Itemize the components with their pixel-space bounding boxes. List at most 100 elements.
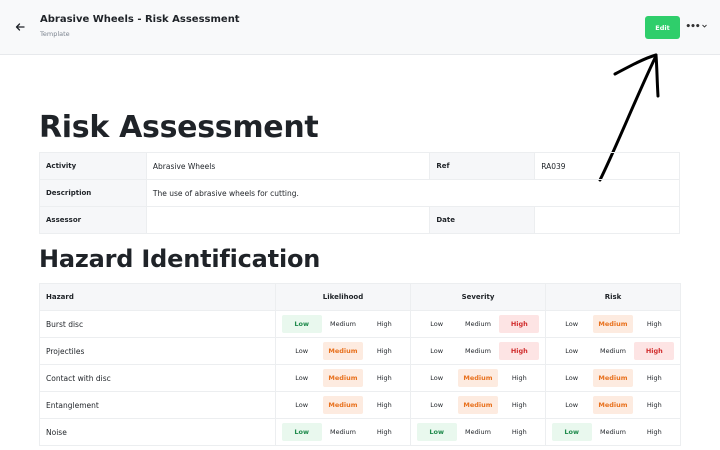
risk-option-high[interactable]: High: [634, 369, 674, 387]
severity-option-medium[interactable]: Medium: [458, 423, 498, 441]
severity-option-low[interactable]: Low: [416, 423, 457, 441]
severity-options: Low Medium High: [411, 369, 545, 387]
severity-option-high[interactable]: High: [499, 396, 539, 414]
severity-options: Low Medium High: [411, 423, 545, 441]
info-row-activity: Activity Abrasive Wheels Ref RA039: [39, 152, 680, 180]
severity-option-high[interactable]: High: [499, 315, 540, 333]
severity-options: Low Medium High: [411, 396, 545, 414]
date-value[interactable]: [534, 206, 680, 234]
risk-option-low[interactable]: Low: [552, 396, 592, 414]
likelihood-option-low[interactable]: Low: [282, 342, 322, 360]
likelihood-option-low[interactable]: Low: [282, 396, 322, 414]
hazard-name: Contact with disc: [39, 364, 276, 392]
risk-cell: Low Medium High: [545, 337, 681, 365]
assessor-label: Assessor: [39, 206, 147, 234]
column-header-hazard: Hazard: [39, 283, 276, 311]
ref-value[interactable]: RA039: [534, 152, 680, 180]
risk-option-low[interactable]: Low: [552, 369, 592, 387]
likelihood-option-high[interactable]: High: [364, 396, 404, 414]
severity-option-medium[interactable]: Medium: [458, 342, 498, 360]
likelihood-options: Low Medium High: [276, 369, 410, 387]
likelihood-option-medium[interactable]: Medium: [322, 396, 363, 414]
likelihood-option-low[interactable]: Low: [281, 423, 322, 441]
table-row: Noise Low Medium High Low Medium High Low Medium…: [39, 418, 681, 446]
likelihood-options: Low Medium High: [276, 315, 410, 333]
page-title: Risk Assessment: [39, 110, 319, 145]
info-table: Activity Abrasive Wheels Ref RA039 Descr…: [39, 152, 681, 234]
likelihood-cell: Low Medium High: [275, 337, 411, 365]
risk-cell: Low Medium High: [545, 391, 681, 419]
severity-options: Low Medium High: [411, 342, 545, 360]
document-title: Abrasive Wheels - Risk Assessment: [40, 14, 240, 25]
severity-option-low[interactable]: Low: [417, 369, 457, 387]
risk-option-low[interactable]: Low: [552, 342, 592, 360]
more-dots-icon: •••: [685, 22, 700, 32]
edit-button[interactable]: Edit: [645, 16, 680, 39]
risk-option-high[interactable]: High: [634, 342, 675, 360]
column-header-likelihood: Likelihood: [275, 283, 411, 311]
severity-option-high[interactable]: High: [499, 423, 539, 441]
severity-option-high[interactable]: High: [499, 369, 539, 387]
severity-option-high[interactable]: High: [499, 342, 540, 360]
likelihood-options: Low Medium High: [276, 396, 410, 414]
assessor-value[interactable]: [145, 206, 431, 234]
likelihood-options: Low Medium High: [276, 423, 410, 441]
severity-cell: Low Medium High: [410, 364, 546, 392]
likelihood-option-high[interactable]: High: [364, 342, 404, 360]
header-titles: Abrasive Wheels - Risk Assessment Templa…: [40, 14, 240, 38]
hazard-table-header: Hazard Likelihood Severity Risk: [39, 283, 681, 311]
back-arrow-icon[interactable]: [12, 19, 28, 35]
hazard-name: Entanglement: [39, 391, 276, 419]
likelihood-options: Low Medium High: [276, 342, 410, 360]
more-options-button[interactable]: •••: [685, 18, 707, 36]
likelihood-cell: Low Medium High: [275, 310, 411, 338]
likelihood-option-high[interactable]: High: [364, 315, 404, 333]
severity-option-low[interactable]: Low: [417, 315, 457, 333]
risk-option-medium[interactable]: Medium: [592, 396, 633, 414]
likelihood-cell: Low Medium High: [275, 364, 411, 392]
likelihood-option-low[interactable]: Low: [282, 369, 322, 387]
hazard-section-title: Hazard Identification: [39, 245, 321, 273]
date-label: Date: [429, 206, 536, 234]
risk-cell: Low Medium High: [545, 418, 681, 446]
likelihood-option-high[interactable]: High: [364, 369, 404, 387]
likelihood-option-high[interactable]: High: [364, 423, 404, 441]
risk-option-medium[interactable]: Medium: [593, 423, 633, 441]
likelihood-option-low[interactable]: Low: [281, 315, 322, 333]
risk-option-high[interactable]: High: [634, 396, 674, 414]
column-header-risk: Risk: [545, 283, 681, 311]
risk-option-high[interactable]: High: [634, 423, 674, 441]
risk-options: Low Medium High: [546, 396, 680, 414]
hazard-name: Projectiles: [39, 337, 276, 365]
risk-option-high[interactable]: High: [634, 315, 674, 333]
info-row-description: Description The use of abrasive wheels f…: [39, 179, 681, 207]
activity-value[interactable]: Abrasive Wheels: [145, 152, 431, 180]
likelihood-option-medium[interactable]: Medium: [322, 369, 363, 387]
severity-option-low[interactable]: Low: [417, 396, 457, 414]
severity-cell: Low Medium High: [410, 418, 546, 446]
hazard-name: Noise: [39, 418, 276, 446]
risk-option-medium[interactable]: Medium: [592, 315, 633, 333]
severity-options: Low Medium High: [411, 315, 545, 333]
description-value[interactable]: The use of abrasive wheels for cutting.: [145, 179, 681, 207]
severity-option-medium[interactable]: Medium: [458, 315, 498, 333]
activity-label: Activity: [39, 152, 147, 180]
risk-option-low[interactable]: Low: [552, 315, 592, 333]
likelihood-cell: Low Medium High: [275, 418, 411, 446]
risk-option-medium[interactable]: Medium: [592, 369, 633, 387]
info-row-assessor: Assessor Date: [39, 206, 680, 234]
severity-option-medium[interactable]: Medium: [457, 396, 498, 414]
risk-option-low[interactable]: Low: [551, 423, 592, 441]
likelihood-option-medium[interactable]: Medium: [323, 315, 363, 333]
hazard-table: Hazard Likelihood Severity Risk Burst di…: [39, 283, 681, 446]
likelihood-cell: Low Medium High: [275, 391, 411, 419]
table-row: Burst disc Low Medium High Low Medium High Low M…: [39, 310, 681, 338]
likelihood-option-medium[interactable]: Medium: [322, 342, 363, 360]
severity-cell: Low Medium High: [410, 337, 546, 365]
risk-options: Low Medium High: [546, 369, 680, 387]
risk-option-medium[interactable]: Medium: [593, 342, 633, 360]
severity-option-medium[interactable]: Medium: [457, 369, 498, 387]
likelihood-option-medium[interactable]: Medium: [323, 423, 363, 441]
severity-option-low[interactable]: Low: [417, 342, 457, 360]
table-row: Contact with disc Low Medium High Low Medium H…: [39, 364, 681, 392]
